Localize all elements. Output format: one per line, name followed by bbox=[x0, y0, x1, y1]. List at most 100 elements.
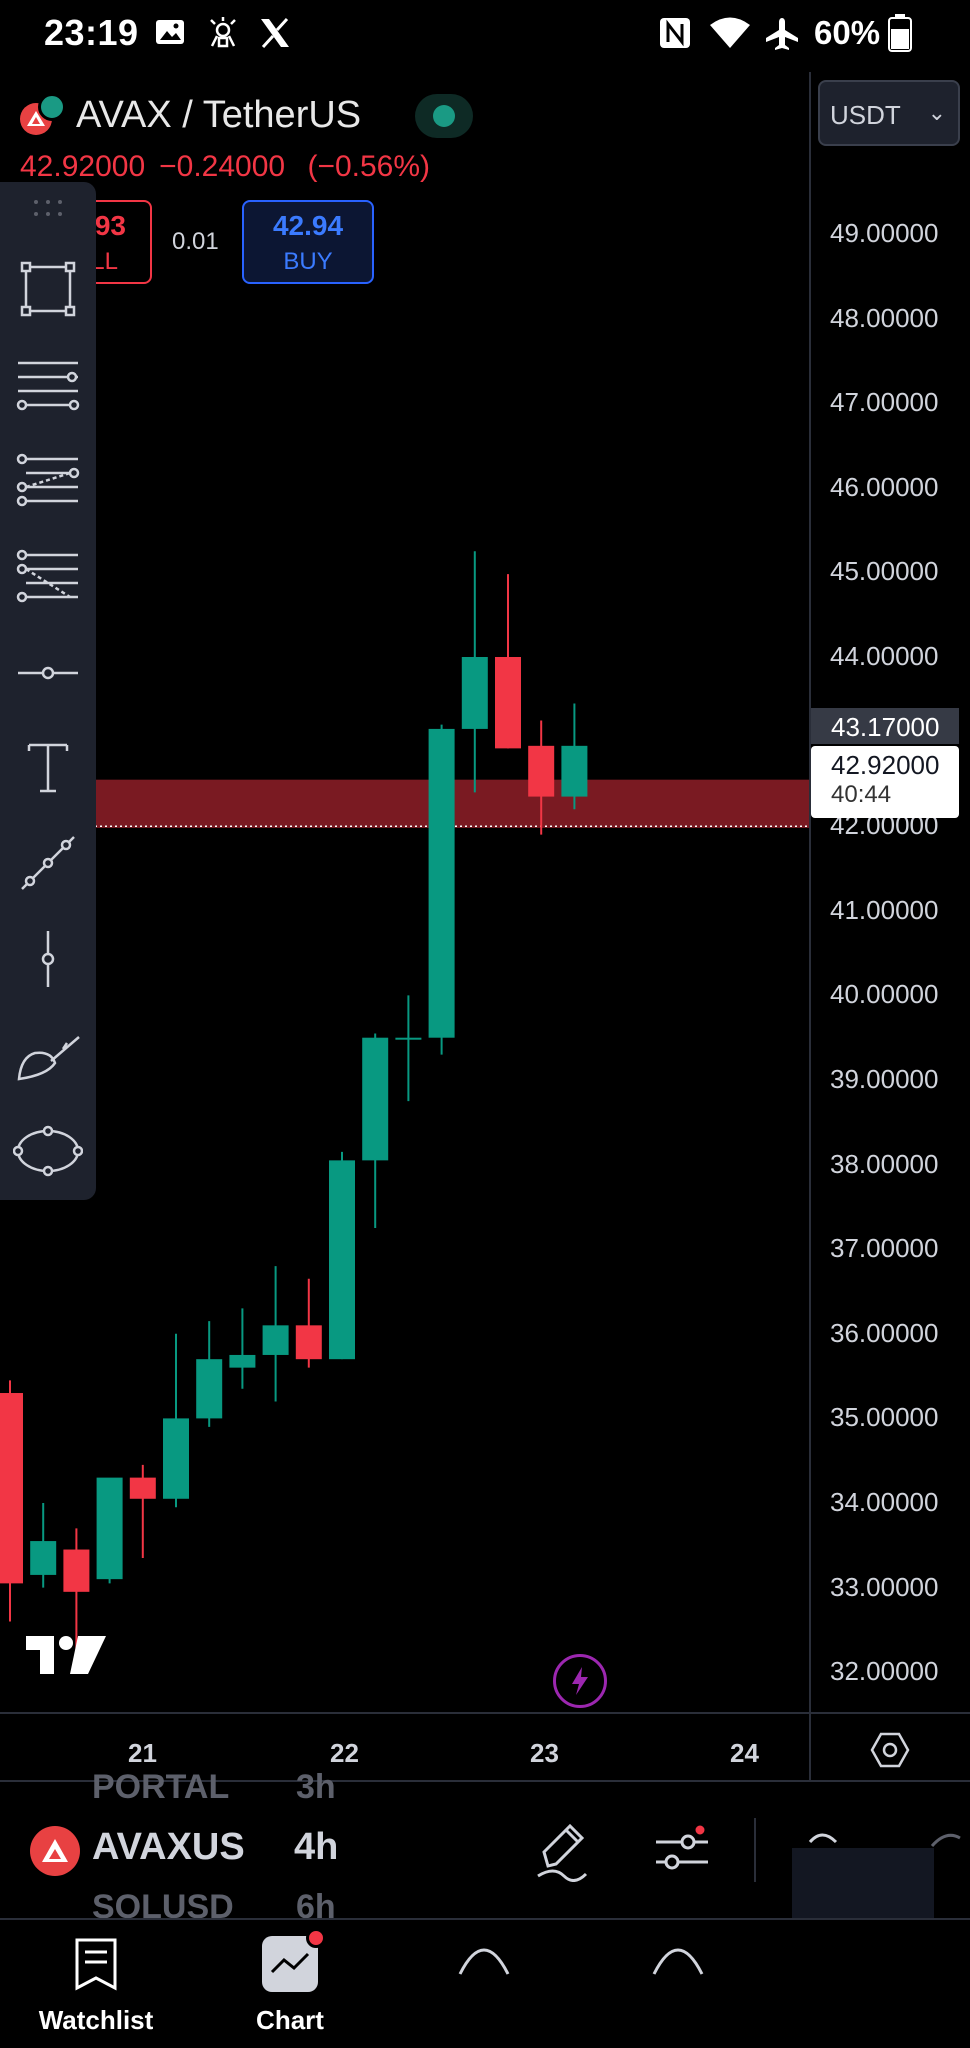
time-label: 21 bbox=[128, 1738, 157, 1768]
price-axis-label: 48.00000 bbox=[830, 302, 939, 333]
market-status-icon[interactable] bbox=[415, 94, 473, 138]
last-price: 42.92000 bbox=[20, 150, 146, 183]
spread-value: 0.01 bbox=[172, 228, 219, 255]
x-logo-icon bbox=[258, 16, 292, 55]
chart-settings-icon[interactable] bbox=[870, 1730, 910, 1775]
candle-up bbox=[229, 1354, 256, 1368]
watchlist-icon bbox=[75, 1938, 117, 1991]
candle-down bbox=[129, 1477, 156, 1499]
toolbar-drag-handle-icon[interactable] bbox=[30, 196, 66, 220]
candle-up bbox=[428, 728, 455, 1038]
candle-up bbox=[329, 1160, 355, 1360]
wifi-icon bbox=[708, 16, 752, 55]
currency-value: USDT bbox=[830, 100, 901, 130]
status-bar: 23:19 60% bbox=[0, 0, 970, 72]
trend-line-icon[interactable] bbox=[10, 828, 86, 898]
nav-explore[interactable] bbox=[394, 1936, 574, 1989]
bar-countdown: 40:44 bbox=[831, 781, 892, 808]
price-axis-label: 47.00000 bbox=[830, 387, 939, 418]
text-tool-icon[interactable] bbox=[10, 732, 86, 802]
tether-badge-icon bbox=[38, 93, 66, 121]
nav-chart[interactable]: Chart bbox=[200, 1928, 380, 2036]
price-chart[interactable] bbox=[0, 72, 809, 1712]
nfc-icon bbox=[658, 16, 692, 55]
price-axis-label: 41.00000 bbox=[830, 894, 939, 925]
divider bbox=[754, 1818, 756, 1882]
ghost-symbol-top: PORTAL bbox=[92, 1768, 230, 1806]
nav-watchlist-label: Watchlist bbox=[38, 2005, 154, 2035]
ghost-timeframe-top: 3h bbox=[296, 1768, 336, 1806]
status-time: 23:19 bbox=[44, 12, 139, 53]
chevron-down-icon: ⌄ bbox=[927, 100, 946, 125]
candle-up bbox=[561, 745, 588, 797]
nav-watchlist[interactable]: Watchlist bbox=[6, 1936, 186, 2036]
parallel-channel-icon[interactable] bbox=[10, 446, 86, 516]
chart-icon bbox=[262, 1928, 326, 1992]
candle-down bbox=[528, 745, 555, 797]
candle-up bbox=[362, 1037, 389, 1161]
buy-button[interactable]: 42.94 BUY bbox=[242, 200, 374, 284]
rectangle-tool-icon[interactable] bbox=[10, 254, 86, 324]
price-axis-label: 46.00000 bbox=[830, 471, 939, 502]
sell-price: 93 bbox=[94, 210, 126, 241]
candle-down bbox=[0, 1393, 23, 1584]
candle-up bbox=[163, 1418, 189, 1499]
horizontal-ray-icon[interactable] bbox=[10, 638, 86, 708]
timeframe-selector[interactable]: 4h bbox=[294, 1826, 338, 1869]
drawing-toolbar bbox=[0, 182, 96, 1200]
vertical-line-icon[interactable] bbox=[10, 924, 86, 994]
airplane-mode-icon bbox=[764, 16, 800, 57]
symbol-title[interactable]: AVAX / TetherUS bbox=[76, 94, 361, 137]
buy-label: BUY bbox=[283, 248, 333, 275]
last-price-label: 43.17000 bbox=[811, 708, 959, 744]
notification-dot bbox=[306, 1928, 326, 1948]
time-label: 22 bbox=[330, 1738, 359, 1768]
price-axis-label: 37.00000 bbox=[830, 1233, 939, 1264]
candle-up bbox=[262, 1325, 289, 1355]
price-change: −0.24000 bbox=[159, 150, 286, 183]
battery-icon bbox=[888, 14, 912, 57]
time-label: 24 bbox=[730, 1738, 759, 1768]
ideas-icon bbox=[652, 1948, 704, 1975]
price-axis-label: 49.00000 bbox=[830, 218, 939, 248]
brush-tool-icon[interactable] bbox=[10, 1020, 86, 1090]
price-axis-label: 32.00000 bbox=[830, 1656, 939, 1687]
time-label: 23 bbox=[530, 1738, 559, 1768]
candle-down bbox=[295, 1325, 322, 1360]
nav-chart-label: Chart bbox=[256, 2005, 324, 2035]
price-axis-label: 35.00000 bbox=[830, 1402, 939, 1433]
price-axis-label: 39.00000 bbox=[830, 1064, 939, 1094]
price-axis-label: 34.00000 bbox=[830, 1487, 939, 1517]
avax-logo-icon bbox=[30, 1826, 80, 1876]
symbol-selector[interactable]: AVAXUS bbox=[92, 1826, 245, 1869]
horizontal-lines-icon[interactable] bbox=[10, 348, 86, 418]
candle-up bbox=[30, 1541, 57, 1575]
currency-select[interactable]: USDT ⌄ bbox=[818, 80, 960, 146]
candle-up bbox=[395, 1037, 422, 1040]
candle-up bbox=[196, 1359, 223, 1419]
price-axis-label: 38.00000 bbox=[830, 1148, 939, 1179]
redo-icon[interactable] bbox=[930, 1822, 970, 1867]
app-notification-icon bbox=[206, 16, 240, 55]
price-axis-divider bbox=[809, 72, 811, 1782]
lightning-bolt-icon[interactable] bbox=[553, 1654, 607, 1708]
explore-icon bbox=[458, 1948, 510, 1975]
candle-up bbox=[96, 1477, 123, 1580]
tradingview-logo-icon[interactable] bbox=[24, 1634, 108, 1683]
price-change-pct: (−0.56%) bbox=[307, 150, 431, 183]
price-axis-label: 33.00000 bbox=[830, 1571, 939, 1602]
price-axis-label: 45.00000 bbox=[830, 556, 939, 587]
candle-down bbox=[63, 1549, 90, 1592]
current-price-value: 42.92000 bbox=[831, 750, 940, 780]
price-axis-label: 40.00000 bbox=[830, 979, 939, 1010]
battery-percent: 60% bbox=[814, 14, 881, 51]
current-price-label: 42.92000 40:44 bbox=[811, 746, 959, 818]
candle-down bbox=[495, 657, 521, 749]
nav-ideas[interactable] bbox=[588, 1936, 768, 1989]
pencil-icon[interactable] bbox=[534, 1822, 590, 1887]
bottom-nav: Watchlist Chart bbox=[0, 1918, 970, 2048]
indicators-settings-icon[interactable] bbox=[652, 1822, 712, 1887]
ellipse-tool-icon[interactable] bbox=[10, 1116, 86, 1186]
fib-channel-icon[interactable] bbox=[10, 542, 86, 612]
gallery-icon bbox=[154, 16, 186, 53]
